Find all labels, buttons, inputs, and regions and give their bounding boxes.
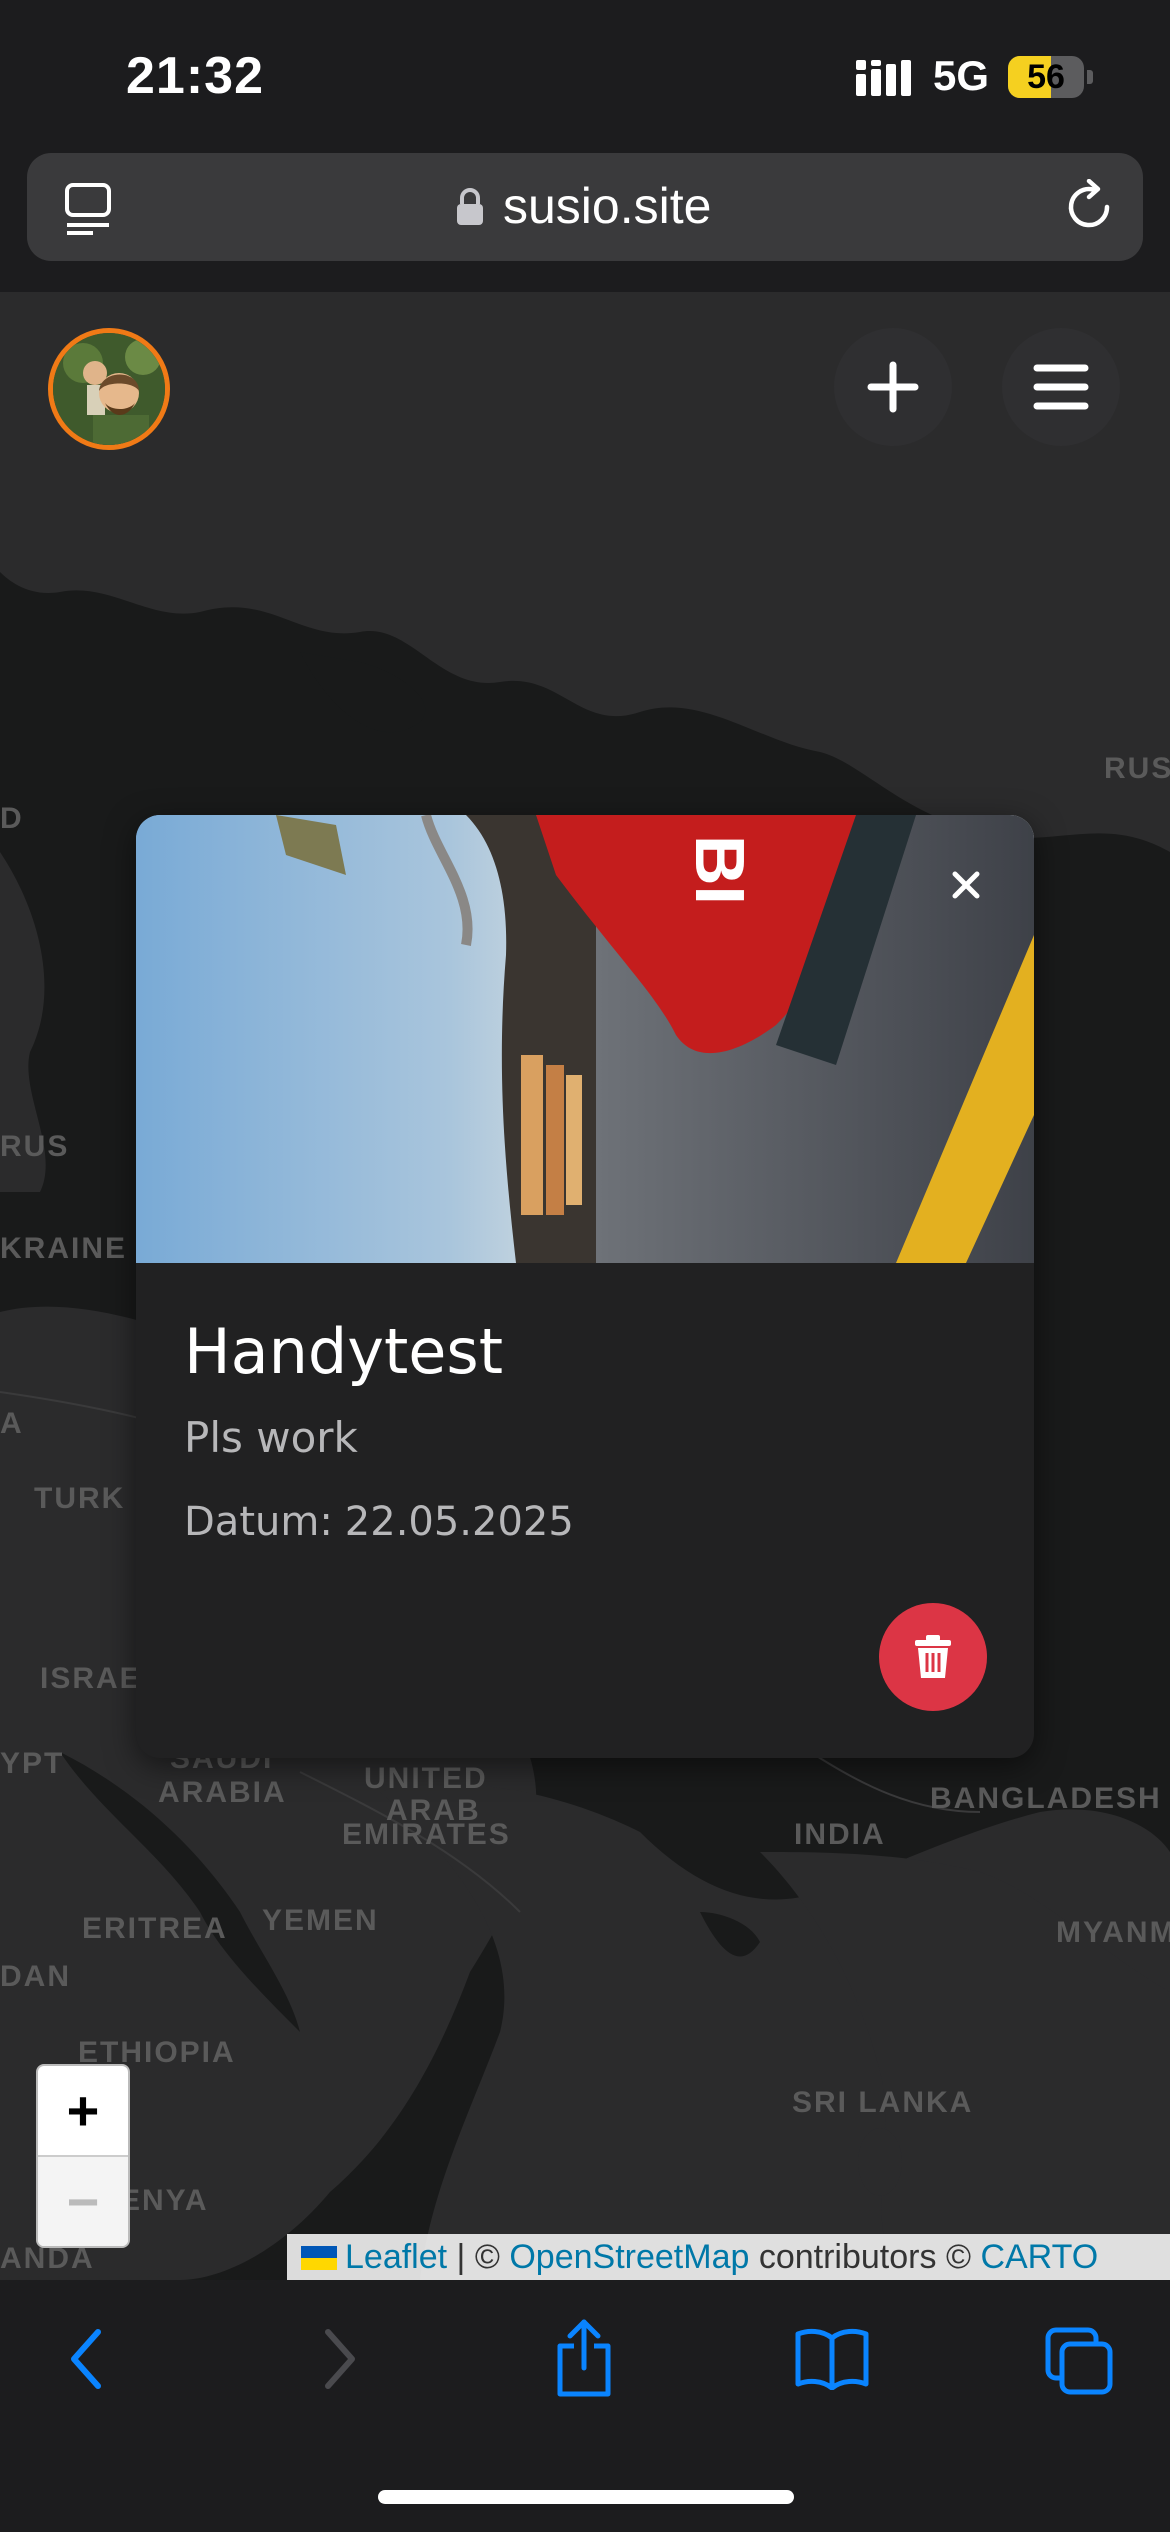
address-bar[interactable]: susio.site: [27, 153, 1143, 261]
map-label: INDIA: [794, 1818, 886, 1851]
share-icon[interactable]: [552, 2318, 616, 2398]
menu-button[interactable]: [1002, 328, 1120, 446]
battery-indicator: 56: [1008, 56, 1084, 98]
map-label: UNITED: [364, 1762, 488, 1795]
network-type: 5G: [933, 52, 990, 99]
tabs-overview-icon[interactable]: [1044, 2326, 1114, 2396]
tabs-icon[interactable]: [63, 181, 113, 237]
zoom-in-button[interactable]: +: [38, 2066, 128, 2157]
popup-title: Handytest: [184, 1315, 504, 1388]
delete-button[interactable]: [879, 1603, 987, 1711]
marker-popup: BI Handytest Pls work Datum: 22.05.2025: [136, 815, 1034, 1758]
user-avatar[interactable]: [48, 328, 170, 450]
map-label: TURK: [34, 1482, 126, 1515]
map-attribution: Leaflet | © OpenStreetMap contributors ©…: [287, 2234, 1170, 2280]
close-icon: [952, 871, 980, 899]
home-indicator: [378, 2490, 794, 2504]
contributors-text: contributors: [758, 2238, 937, 2276]
back-icon[interactable]: [66, 2326, 106, 2392]
date-value: 22.05.2025: [344, 1499, 574, 1545]
map-label: YPT: [0, 1747, 65, 1780]
map-label: YEMEN: [262, 1904, 379, 1937]
status-time: 21:32: [126, 47, 264, 105]
map-label: RUS: [1104, 752, 1170, 785]
close-button[interactable]: [936, 855, 996, 915]
trash-icon: [915, 1635, 951, 1678]
ukraine-flag-icon: [301, 2246, 337, 2270]
bookmarks-icon[interactable]: [794, 2326, 870, 2390]
openstreetmap-link[interactable]: OpenStreetMap: [509, 2238, 749, 2276]
map-label: RUS: [0, 1130, 70, 1163]
copyright-symbol: ©: [474, 2238, 500, 2276]
lock-icon: [457, 188, 483, 225]
map-label: ARABIA: [158, 1776, 287, 1809]
map-label: ERITREA: [82, 1912, 228, 1945]
photo-image: BI: [136, 815, 1034, 1263]
url-text[interactable]: susio.site: [503, 177, 711, 235]
status-bar: 21:32 5G 56: [0, 0, 1170, 150]
forward-icon[interactable]: [320, 2326, 360, 2392]
map-label: EMIRATES: [342, 1818, 511, 1851]
map-label: DAN: [0, 1960, 71, 1993]
map-label: ENYA: [120, 2184, 209, 2217]
popup-description: Pls work: [184, 1413, 358, 1462]
map-label: SRI LANKA: [792, 2086, 974, 2119]
svg-text:BI: BI: [681, 835, 759, 905]
map-label: MYANM: [1056, 1916, 1170, 1949]
signal-icon: [856, 60, 911, 96]
map-label: BANGLADESH: [930, 1782, 1162, 1815]
battery-percent: 56: [1027, 58, 1065, 96]
map-label: D: [0, 802, 24, 835]
leaflet-link[interactable]: Leaflet: [345, 2238, 447, 2276]
reload-icon[interactable]: [1063, 179, 1119, 235]
popup-date: Datum: 22.05.2025: [184, 1499, 574, 1545]
map-label: ISRAE: [40, 1662, 142, 1695]
attribution-separator: |: [456, 2238, 466, 2276]
plus-icon: [867, 361, 919, 413]
add-button[interactable]: [834, 328, 952, 446]
avatar-image: [53, 333, 165, 445]
carto-link[interactable]: CARTO: [980, 2238, 1098, 2276]
zoom-control: + −: [36, 2064, 130, 2248]
date-label: Datum:: [184, 1499, 333, 1545]
menu-icon: [1033, 364, 1089, 410]
popup-photo: BI: [136, 815, 1034, 1263]
copyright-symbol: ©: [945, 2238, 971, 2276]
map-label: A: [0, 1407, 24, 1440]
zoom-out-button[interactable]: −: [38, 2157, 128, 2246]
battery-cap: [1087, 70, 1093, 84]
map-label: KRAINE: [0, 1232, 128, 1265]
